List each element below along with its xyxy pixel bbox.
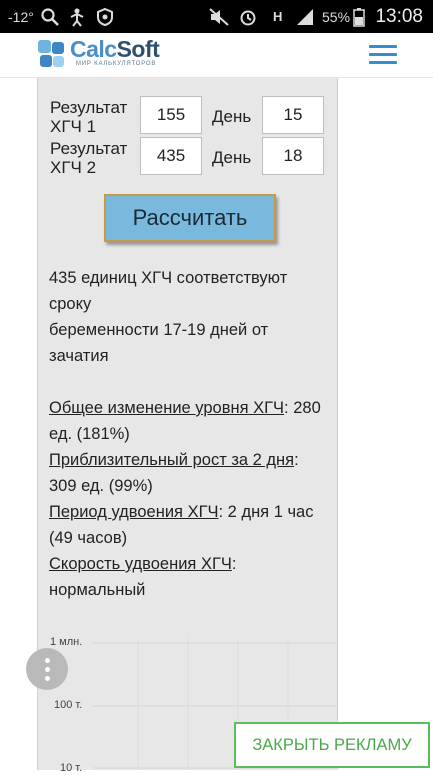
doubling-period-value: : 2 дня 1 час — [218, 503, 314, 521]
result-line: 435 единиц ХГЧ соответствуют — [49, 269, 288, 287]
y-tick-label: 100 т. — [54, 699, 83, 711]
dot-icon — [44, 675, 50, 681]
doubling-speed-row: Скорость удвоения ХГЧ: — [49, 551, 329, 577]
result-line: зачатия — [49, 347, 109, 365]
dot-icon — [44, 657, 50, 663]
day1-input[interactable]: 15 — [262, 96, 324, 134]
doubling-period-label[interactable]: Период удвоения ХГЧ — [49, 503, 219, 521]
result-line: беременности 17-19 дней от — [49, 321, 269, 339]
more-options-button[interactable] — [26, 648, 68, 690]
growth-colon: : — [294, 451, 299, 469]
mute-icon — [209, 8, 229, 26]
total-change-label[interactable]: Общее изменение уровня ХГЧ — [49, 399, 284, 417]
total-change-value: : 280 — [284, 399, 321, 417]
result1-label: Результат ХГЧ 1 — [50, 98, 127, 136]
day1-label: День — [212, 107, 252, 126]
shield-icon — [97, 7, 113, 27]
result-details: Общее изменение уровня ХГЧ: 280 ед. (181… — [49, 395, 329, 603]
result2-input[interactable]: 435 — [140, 137, 202, 175]
menu-icon-bar — [369, 45, 397, 48]
doubling-speed-label[interactable]: Скорость удвоения ХГЧ — [49, 555, 232, 573]
menu-icon-bar — [369, 61, 397, 64]
result1-label-line1: Результат — [50, 98, 128, 117]
result2-label: Результат ХГЧ 2 — [50, 139, 127, 177]
close-ad-button[interactable]: ЗАКРЫТЬ РЕКЛАМУ — [234, 722, 430, 768]
menu-icon-bar — [369, 53, 397, 56]
search-icon — [41, 8, 59, 26]
result1-input[interactable]: 155 — [140, 96, 202, 134]
total-change-value-2: ед. (181%) — [49, 425, 130, 443]
doubling-speed-value: нормальный — [49, 581, 146, 599]
clock: 13:08 — [375, 5, 423, 27]
growth-value: 309 ед. (99%) — [49, 477, 153, 495]
result2-label-line2: ХГЧ 2 — [50, 158, 97, 177]
day2-label: День — [212, 148, 252, 167]
hamburger-menu-button[interactable] — [369, 45, 397, 65]
calcsoft-logo-icon[interactable] — [36, 38, 68, 72]
signal-icon — [297, 9, 313, 25]
result1-label-line2: ХГЧ 1 — [50, 117, 97, 136]
doubling-speed-colon: : — [231, 555, 237, 573]
accessibility-icon — [70, 8, 84, 27]
battery-icon — [353, 8, 365, 27]
logo-subtitle: МИР КАЛЬКУЛЯТОРОВ — [76, 61, 157, 67]
result-summary: 435 единиц ХГЧ соответствуют сроку берем… — [49, 265, 329, 369]
day2-input[interactable]: 18 — [262, 137, 324, 175]
status-bar: -12° H 55% 13:08 — [0, 0, 433, 33]
y-tick-label: 1 млн. — [50, 636, 83, 648]
logo-part1: Calc — [70, 36, 117, 62]
calculate-button[interactable]: Рассчитать — [104, 194, 276, 242]
doubling-period-row: Период удвоения ХГЧ: 2 дня 1 час — [49, 499, 329, 525]
result-line: сроку — [49, 295, 92, 313]
y-tick-label: 10 т. — [60, 762, 83, 774]
growth-row: Приблизительный рост за 2 дня: — [49, 447, 329, 473]
network-type: H — [273, 9, 283, 24]
alarm-icon — [240, 10, 256, 26]
app-header: CalcSoft МИР КАЛЬКУЛЯТОРОВ — [0, 33, 433, 78]
logo-text[interactable]: CalcSoft — [70, 36, 160, 63]
growth-label[interactable]: Приблизительный рост за 2 дня — [49, 451, 294, 469]
doubling-period-value-2: (49 часов) — [49, 529, 128, 547]
logo-part2: Soft — [116, 36, 160, 62]
dot-icon — [44, 666, 50, 672]
temperature: -12° — [8, 8, 34, 25]
battery-level: 55% — [322, 8, 351, 25]
total-change-row: Общее изменение уровня ХГЧ: 280 — [49, 395, 329, 421]
result2-label-line1: Результат — [50, 139, 128, 158]
